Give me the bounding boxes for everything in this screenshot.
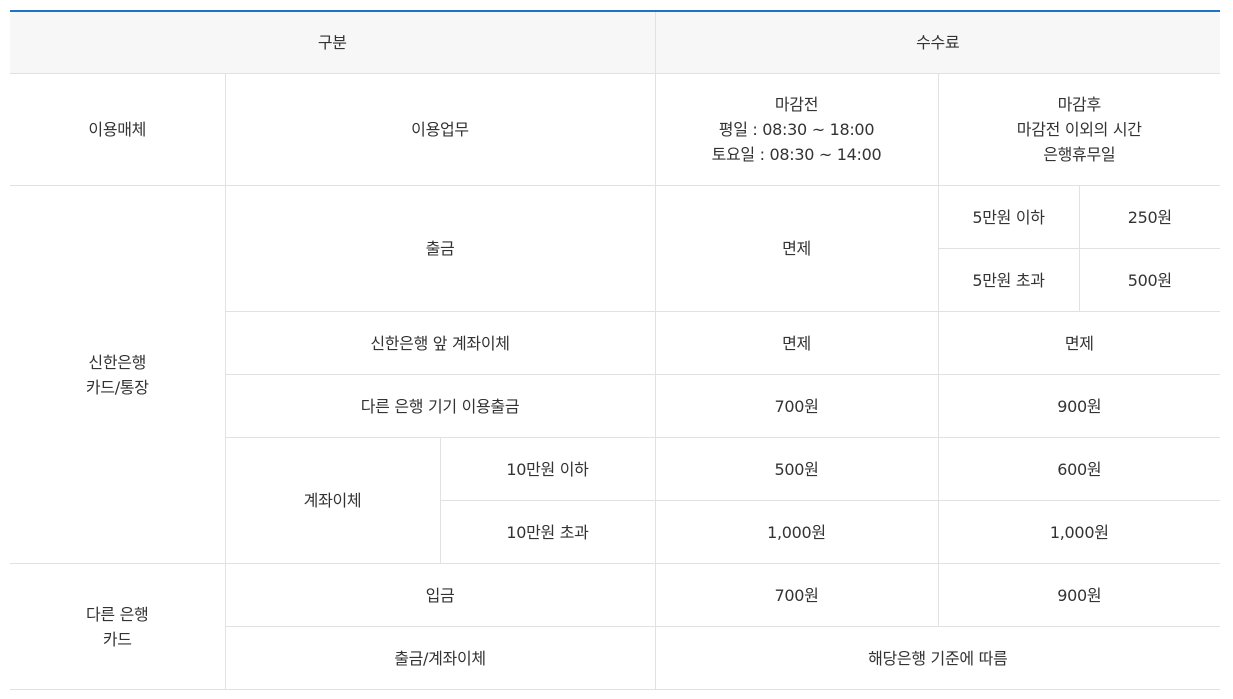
fee-table: 구분 수수료 이용매체 이용업무 마감전 평일 : 08:30 ~ 18:00 … bbox=[10, 10, 1221, 690]
header-fee: 수수료 bbox=[654, 10, 1221, 74]
transfer-range: 10만원 이하 bbox=[439, 437, 656, 501]
media-shinhan-line2: 카드/통장 bbox=[85, 377, 149, 397]
media-other-bank-line1: 다른 은행 bbox=[86, 604, 149, 624]
media-other-bank-line2: 카드 bbox=[102, 629, 132, 649]
after-close-title: 마감후 bbox=[1057, 95, 1102, 114]
other-atm-before-fee: 700원 bbox=[654, 374, 939, 438]
withdraw-after-range: 5만원 이하 bbox=[937, 185, 1080, 249]
withdraw-after-fee: 250원 bbox=[1078, 185, 1221, 249]
transfer-before-fee: 1,000원 bbox=[654, 500, 939, 564]
after-close-other-time: 마감전 이외의 시간 bbox=[1016, 120, 1142, 139]
service-transfer: 계좌이체 bbox=[225, 437, 441, 564]
transfer-after-fee: 1,000원 bbox=[937, 500, 1221, 564]
before-close-title: 마감전 bbox=[774, 95, 819, 114]
subheader-media: 이용매체 bbox=[10, 73, 226, 186]
other-atm-after-fee: 900원 bbox=[937, 374, 1221, 438]
service-withdraw: 출금 bbox=[224, 185, 656, 312]
service-deposit: 입금 bbox=[224, 563, 656, 627]
transfer-before-fee: 500원 bbox=[654, 437, 939, 501]
service-other-atm: 다른 은행 기기 이용출금 bbox=[225, 374, 656, 438]
subheader-service: 이용업무 bbox=[224, 73, 656, 186]
withdraw-transfer-fee: 해당은행 기준에 따름 bbox=[654, 626, 1221, 690]
table-row: 다른 은행 카드 입금 700원 900원 bbox=[10, 563, 1221, 690]
media-shinhan: 신한은행 카드/통장 bbox=[10, 185, 226, 564]
transfer-front-after-fee: 면제 bbox=[937, 311, 1221, 375]
subheader-before-close: 마감전 평일 : 08:30 ~ 18:00 토요일 : 08:30 ~ 14:… bbox=[654, 73, 939, 186]
service-withdraw-transfer: 출금/계좌이체 bbox=[225, 626, 656, 690]
header-category: 구분 bbox=[10, 10, 656, 74]
subheader-after-close: 마감후 마감전 이외의 시간 은행휴무일 bbox=[937, 73, 1221, 186]
media-shinhan-line1: 신한은행 bbox=[88, 352, 147, 372]
after-close-holiday: 은행휴무일 bbox=[1043, 145, 1116, 164]
withdraw-before-fee: 면제 bbox=[654, 185, 939, 312]
service-transfer-front: 신한은행 앞 계좌이체 bbox=[225, 311, 656, 375]
transfer-front-before-fee: 면제 bbox=[654, 311, 939, 375]
withdraw-after-fee: 500원 bbox=[1078, 248, 1221, 312]
deposit-after-fee: 900원 bbox=[937, 563, 1221, 627]
deposit-before-fee: 700원 bbox=[654, 563, 939, 627]
media-other-bank: 다른 은행 카드 bbox=[10, 563, 226, 690]
table-row: 신한은행 카드/통장 출금 면제 5만원 이하 250원 bbox=[10, 185, 1221, 564]
table-header-row: 구분 수수료 bbox=[10, 10, 1221, 74]
subheader-row: 이용매체 이용업무 마감전 평일 : 08:30 ~ 18:00 토요일 : 0… bbox=[10, 73, 1221, 186]
withdraw-after-range: 5만원 초과 bbox=[938, 248, 1080, 312]
before-close-weekday: 평일 : 08:30 ~ 18:00 bbox=[718, 120, 875, 139]
transfer-after-fee: 600원 bbox=[937, 437, 1221, 501]
fee-table-container: 구분 수수료 이용매체 이용업무 마감전 평일 : 08:30 ~ 18:00 … bbox=[10, 10, 1221, 690]
before-close-saturday: 토요일 : 08:30 ~ 14:00 bbox=[711, 145, 882, 164]
transfer-range: 10만원 초과 bbox=[440, 500, 656, 564]
